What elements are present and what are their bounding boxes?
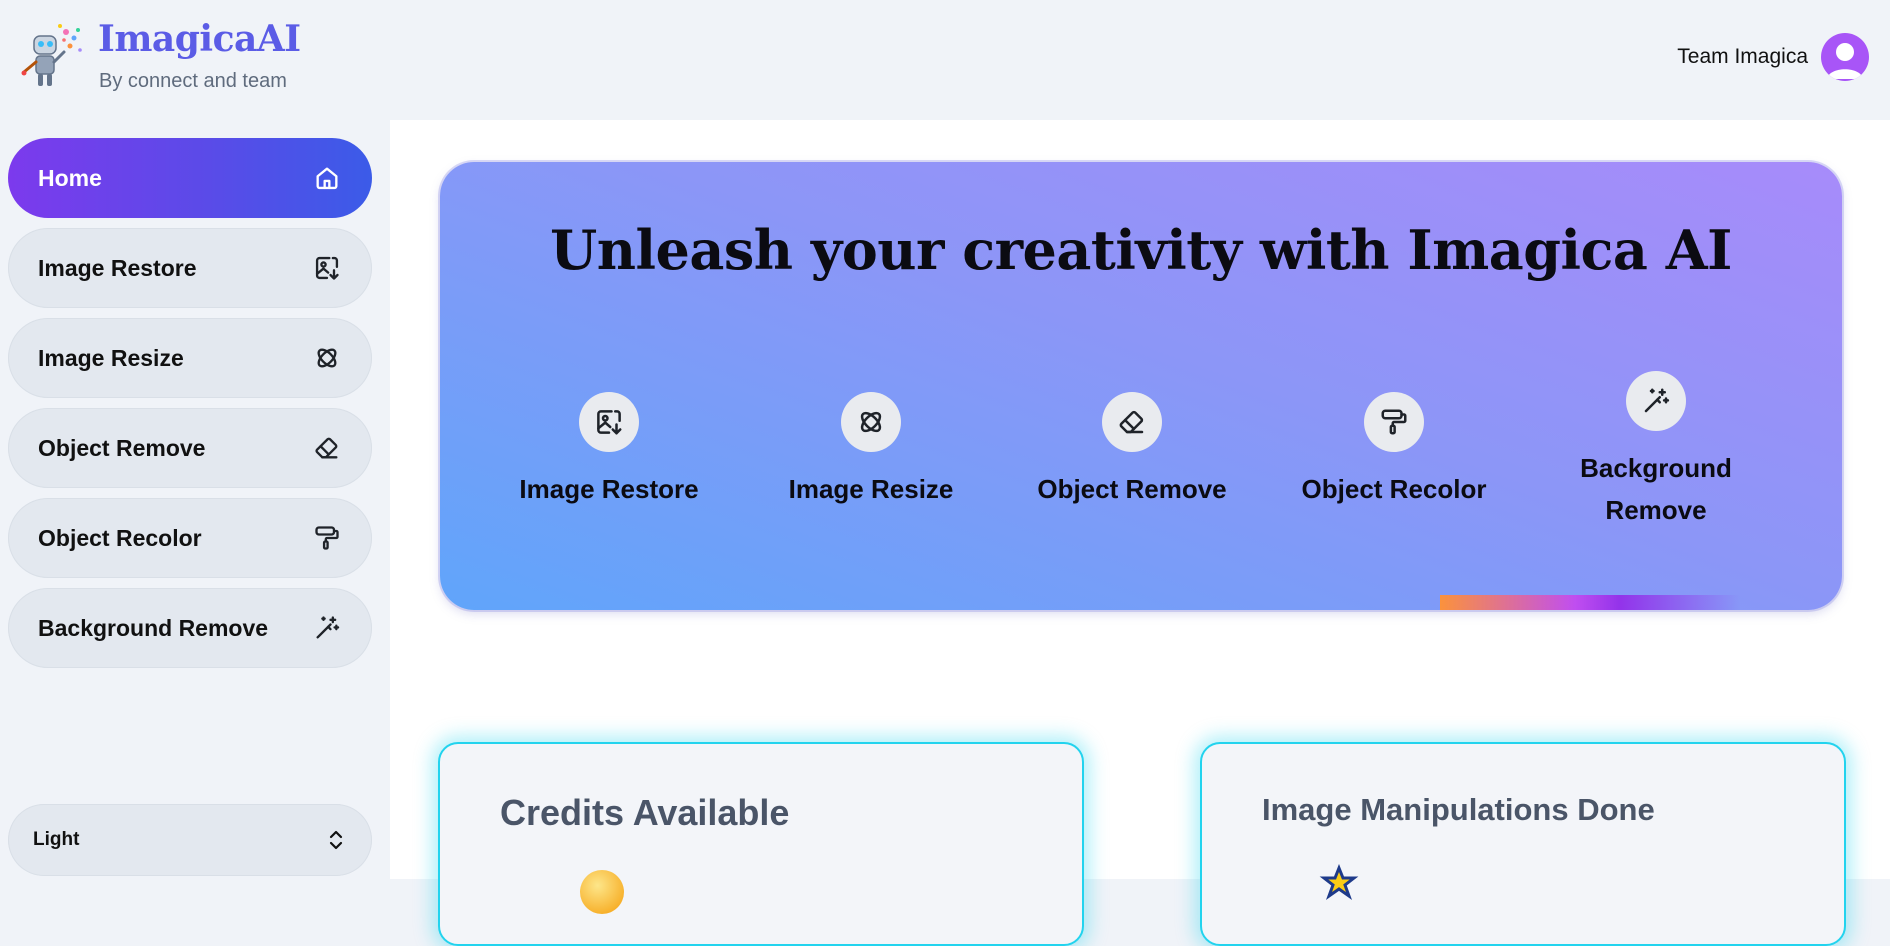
feature-object-remove[interactable]: Object Remove (1012, 392, 1252, 510)
decorative-gradient-bar (1440, 595, 1740, 610)
top-header: ImagicaAI By connect and team Team Imagi… (0, 0, 1890, 120)
sidebar-item-label: Background Remove (38, 614, 269, 641)
magic-wand-icon (312, 613, 342, 643)
magic-wand-icon (1626, 371, 1686, 431)
feature-label: Object Recolor (1301, 474, 1487, 504)
manipulations-title: Image Manipulations Done (1262, 792, 1655, 827)
feature-image-restore[interactable]: Image Restore (489, 392, 729, 510)
brand-title: ImagicaAI (98, 18, 301, 60)
home-icon (312, 163, 342, 193)
image-restore-icon (312, 253, 342, 283)
eraser-icon (1102, 392, 1162, 452)
sidebar-item-label: Image Resize (38, 344, 184, 371)
feature-object-recolor[interactable]: Object Recolor (1274, 392, 1514, 510)
badge-icon (1319, 864, 1359, 900)
resize-icon (841, 392, 901, 452)
sidebar-item-background-remove[interactable]: Background Remove (8, 588, 372, 668)
user-name: Team Imagica (1677, 45, 1808, 68)
feature-label: Image Resize (788, 474, 954, 504)
hero-banner: Unleash your creativity with Imagica AI … (440, 162, 1842, 610)
resize-icon (312, 343, 342, 373)
sidebar-item-label: Home (38, 164, 102, 191)
paint-roller-icon (1364, 392, 1424, 452)
sidebar-item-object-recolor[interactable]: Object Recolor (8, 498, 372, 578)
sidebar-item-object-remove[interactable]: Object Remove (8, 408, 372, 488)
feature-image-resize[interactable]: Image Resize (751, 392, 991, 510)
theme-select-value: Light (33, 829, 80, 850)
feature-label: Image Restore (519, 474, 699, 504)
manipulations-card: Image Manipulations Done (1200, 742, 1846, 946)
theme-select[interactable]: Light (8, 804, 372, 876)
paint-roller-icon (312, 523, 342, 553)
brand-subtitle: By connect and team (99, 70, 287, 92)
chevron-up-down-icon (329, 830, 343, 850)
sidebar-item-home[interactable]: Home (8, 138, 372, 218)
eraser-icon (312, 433, 342, 463)
feature-label: Object Remove (1037, 474, 1227, 504)
sidebar-item-label: Object Remove (38, 434, 206, 461)
feature-label: Background Remove (1580, 453, 1732, 525)
main-content: Unleash your creativity with Imagica AI … (390, 120, 1890, 946)
sidebar: Home Image Restore Image Resize Object R… (0, 120, 390, 879)
robot-logo-icon (21, 24, 82, 86)
hero-title: Unleash your creativity with Imagica AI (550, 218, 1732, 282)
sidebar-item-label: Image Restore (38, 254, 197, 281)
feature-background-remove[interactable]: Background Remove (1536, 371, 1776, 531)
image-restore-icon (579, 392, 639, 452)
credits-title: Credits Available (500, 792, 790, 833)
sidebar-item-image-restore[interactable]: Image Restore (8, 228, 372, 308)
sidebar-item-label: Object Recolor (38, 524, 202, 551)
coin-icon (580, 870, 624, 914)
sidebar-item-image-resize[interactable]: Image Resize (8, 318, 372, 398)
avatar[interactable] (1821, 33, 1869, 81)
user-avatar-icon (1827, 43, 1863, 79)
credits-card: Credits Available (438, 742, 1084, 946)
